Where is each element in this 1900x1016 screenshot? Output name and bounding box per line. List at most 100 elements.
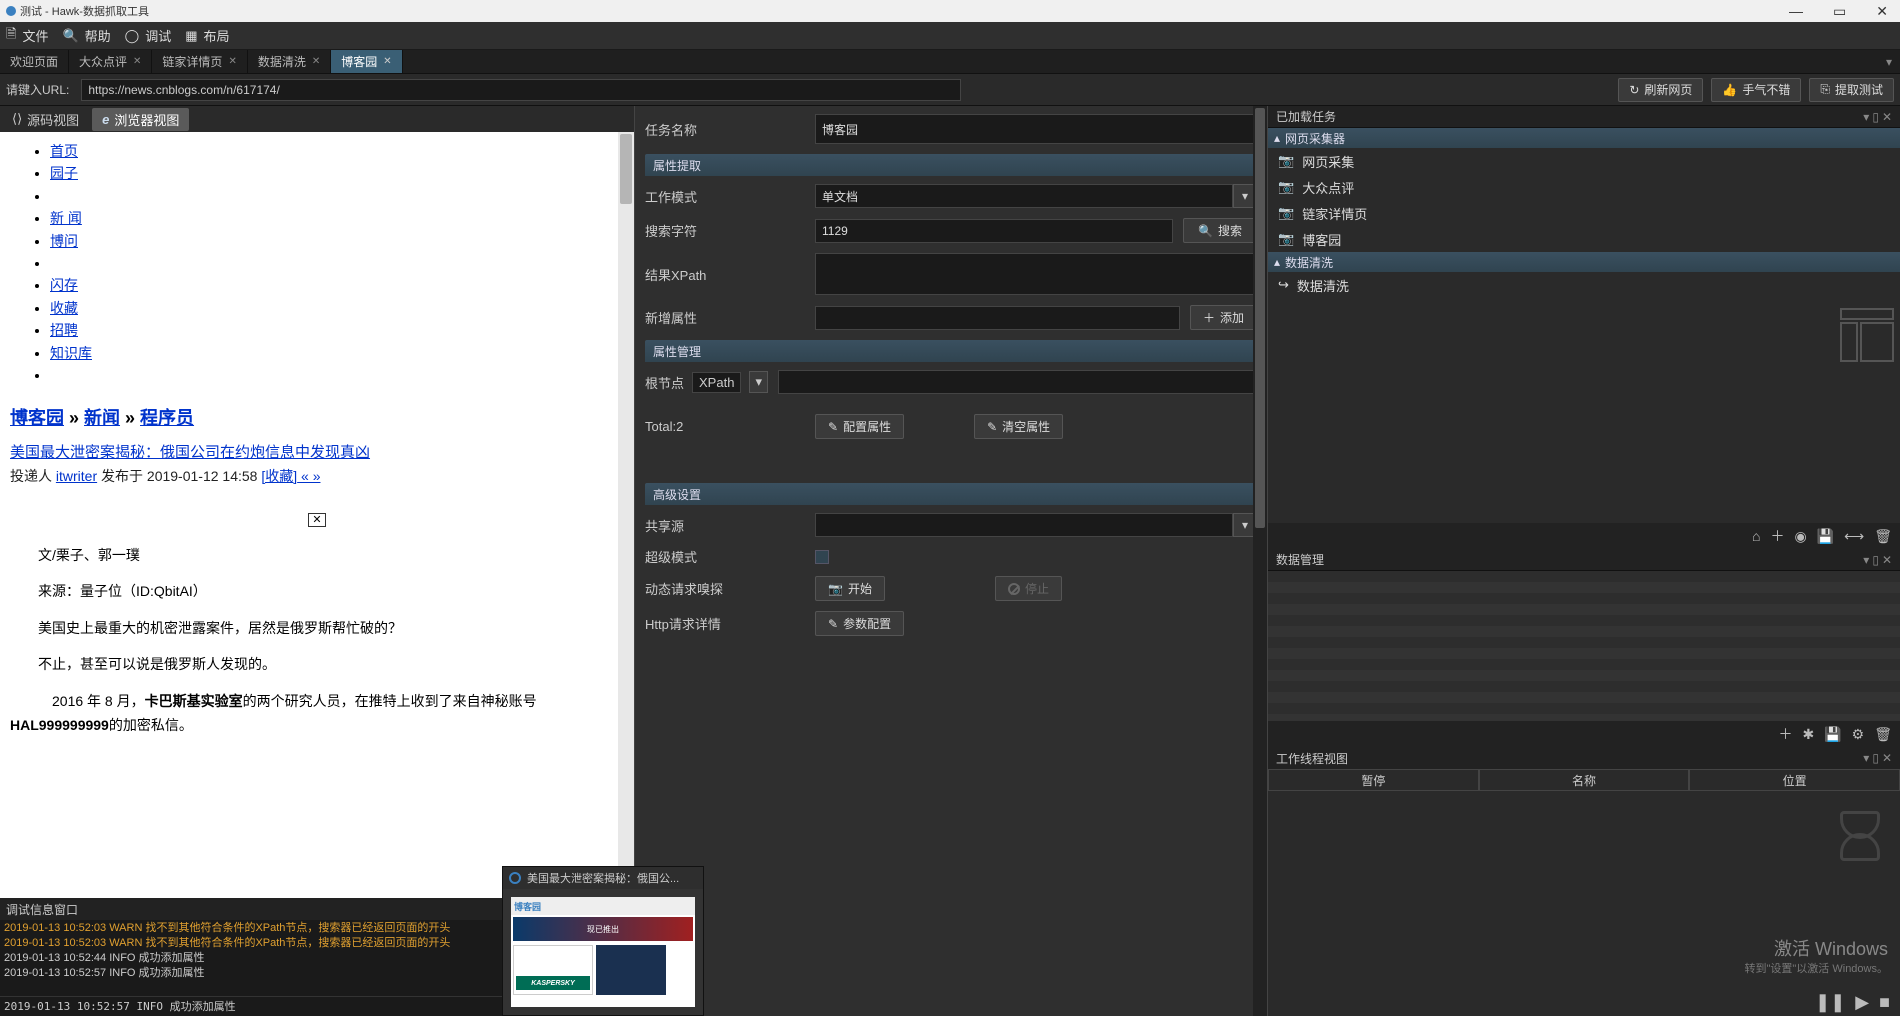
start-sniff-button[interactable]: 📷开始 [815,576,885,601]
delete-icon[interactable]: 🗑 [1874,528,1892,545]
search-button[interactable]: 🔍搜索 [1183,218,1257,243]
stop-icon[interactable]: ■ [1879,992,1890,1013]
nav-list: 首页 园子 新 闻 博问 闪存 收藏 招聘 知识库 [10,140,624,386]
new-attr-input[interactable] [815,306,1180,330]
play-icon[interactable]: ▶ [1855,992,1869,1013]
nav-link[interactable]: 招聘 [50,322,78,338]
work-mode-select[interactable]: 单文档 ▾ [815,184,1257,208]
refresh-button[interactable]: ↻刷新网页 [1618,78,1703,102]
tab-welcome[interactable]: 欢迎页面 [0,50,69,73]
col-name[interactable]: 名称 [1479,769,1690,791]
star-icon[interactable]: ✱ [1802,726,1814,743]
pause-icon[interactable]: ❚❚ [1815,992,1845,1013]
section-data-clean[interactable]: ▴数据清洗 [1268,252,1900,272]
nav-link[interactable]: 博问 [50,233,78,249]
nav-link[interactable]: 知识库 [50,345,92,361]
crumb-link[interactable]: 博客园 [10,408,64,428]
clear-attr-button[interactable]: ✎清空属性 [974,414,1063,439]
tasks-toolbar: ⌂ ＋ ◉ 💾 ⟷ 🗑 [1268,523,1900,549]
chevron-down-icon[interactable]: ▾ [749,371,768,393]
task-item[interactable]: 📷大众点评 [1268,174,1900,200]
save-icon[interactable]: 💾 [1824,726,1841,743]
pin-icon[interactable]: ▯ [1872,110,1879,124]
share-source-select[interactable]: ▾ [815,513,1257,537]
crumb-link[interactable]: 新闻 [84,408,120,428]
gear-icon[interactable]: ⚙ [1852,726,1865,743]
article-link[interactable]: 美国最大泄密案揭秘：俄国公司在约炮信息中发现真凶 [10,444,370,461]
task-name-input[interactable] [815,114,1257,144]
search-input[interactable] [815,219,1173,243]
menu-help[interactable]: 🔍 帮助 [62,26,110,45]
pin-icon[interactable]: ▯ [1872,553,1879,567]
work-mode-label: 工作模式 [645,187,805,206]
scrollbar[interactable] [1253,106,1267,1016]
sliders-icon[interactable]: ⟷ [1844,528,1864,545]
globe-icon[interactable]: ◉ [1794,528,1806,545]
root-xpath-input[interactable] [778,370,1257,394]
pin-icon[interactable]: ▯ [1872,751,1879,765]
nav-link[interactable]: 新 闻 [50,210,82,226]
close-icon[interactable]: ✕ [228,56,236,67]
stop-sniff-button[interactable]: 停止 [995,576,1062,601]
home-icon[interactable]: ⌂ [1752,528,1760,544]
tab-dataclean[interactable]: 数据清洗✕ [248,50,331,73]
taskbar-preview[interactable]: 美国最大泄密案揭秘：俄国公... 博客园 现已推出 KASPERSKY [502,866,704,1016]
config-attr-button[interactable]: ✎配置属性 [815,414,904,439]
source-view-button[interactable]: ⟨⟩源码视图 [2,108,89,131]
lucky-button[interactable]: 👍手气不错 [1711,78,1801,102]
close-icon[interactable]: ✕ [1882,110,1892,124]
windows-watermark: 激活 Windows 转到"设置"以激活 Windows。 [1745,938,1889,976]
section-web-collector[interactable]: ▴网页采集器 [1268,128,1900,148]
extract-test-button[interactable]: ⎘提取测试 [1809,78,1894,102]
delete-icon[interactable]: 🗑 [1874,726,1892,743]
add-button[interactable]: ＋添加 [1190,305,1257,330]
task-item[interactable]: ↪数据清洗 [1268,272,1900,298]
menu-debug[interactable]: ◯ 调试 [125,26,172,45]
nav-link[interactable]: 园子 [50,165,78,181]
section-attribute-extract: 属性提取 [645,154,1257,176]
col-pause[interactable]: 暂停 [1268,769,1479,791]
scrollbar[interactable] [618,132,634,898]
save-icon[interactable]: 💾 [1817,528,1834,545]
browser-view-button[interactable]: e浏览器视图 [92,108,189,131]
crumb-link[interactable]: 程序员 [140,408,194,428]
tab-lianjia[interactable]: 链家详情页✕ [152,50,247,73]
favorite-link[interactable]: [收藏] [261,468,297,484]
nav-link[interactable]: 首页 [50,143,78,159]
panel-title: 调试信息窗口 [6,901,78,918]
close-icon[interactable]: ✕ [1882,553,1892,567]
nav-link[interactable]: 收藏 [50,300,78,316]
nav-arrows[interactable]: « » [297,468,320,484]
minimize-button[interactable]: — [1783,3,1809,20]
close-icon[interactable]: ✕ [312,56,320,67]
tab-dianping[interactable]: 大众点评✕ [69,50,152,73]
close-icon[interactable]: ✕ [133,56,141,67]
task-item[interactable]: 📷网页采集 [1268,148,1900,174]
tab-overflow-button[interactable]: ▾ [1878,50,1900,73]
add-icon[interactable]: ＋ [1778,724,1792,744]
close-icon[interactable]: ✕ [1882,751,1892,765]
view-toggle: ⟨⟩源码视图 e浏览器视图 [0,106,634,132]
task-item[interactable]: 📷博客园 [1268,226,1900,252]
dropdown-icon[interactable]: ▾ [1863,751,1869,765]
maximize-button[interactable]: ▭ [1827,3,1852,20]
dropdown-icon[interactable]: ▾ [1863,553,1869,567]
dropdown-icon[interactable]: ▾ [1863,110,1869,124]
super-mode-checkbox[interactable] [815,550,829,564]
col-position[interactable]: 位置 [1689,769,1900,791]
author-link[interactable]: itwriter [56,468,97,484]
url-input[interactable] [81,79,961,101]
browser-pane[interactable]: 首页 园子 新 闻 博问 闪存 收藏 招聘 知识库 博客园 » 新闻 » 程序员… [0,132,634,898]
property-panel: 任务名称 属性提取 工作模式 单文档 ▾ 搜索字符 🔍搜索 结果XPath [635,106,1268,1016]
menu-layout[interactable]: ▦ 布局 [185,26,229,45]
data-grid[interactable] [1268,571,1900,721]
result-xpath-input[interactable] [815,253,1257,295]
close-icon[interactable]: ✕ [383,56,391,67]
task-item[interactable]: 📷链家详情页 [1268,200,1900,226]
close-button[interactable]: ✕ [1870,3,1894,20]
add-icon[interactable]: ＋ [1770,526,1784,546]
menu-file[interactable]: 🗎 文件 [6,25,48,47]
nav-link[interactable]: 闪存 [50,277,78,293]
tab-cnblogs[interactable]: 博客园✕ [331,50,402,73]
param-config-button[interactable]: ✎参数配置 [815,611,904,636]
